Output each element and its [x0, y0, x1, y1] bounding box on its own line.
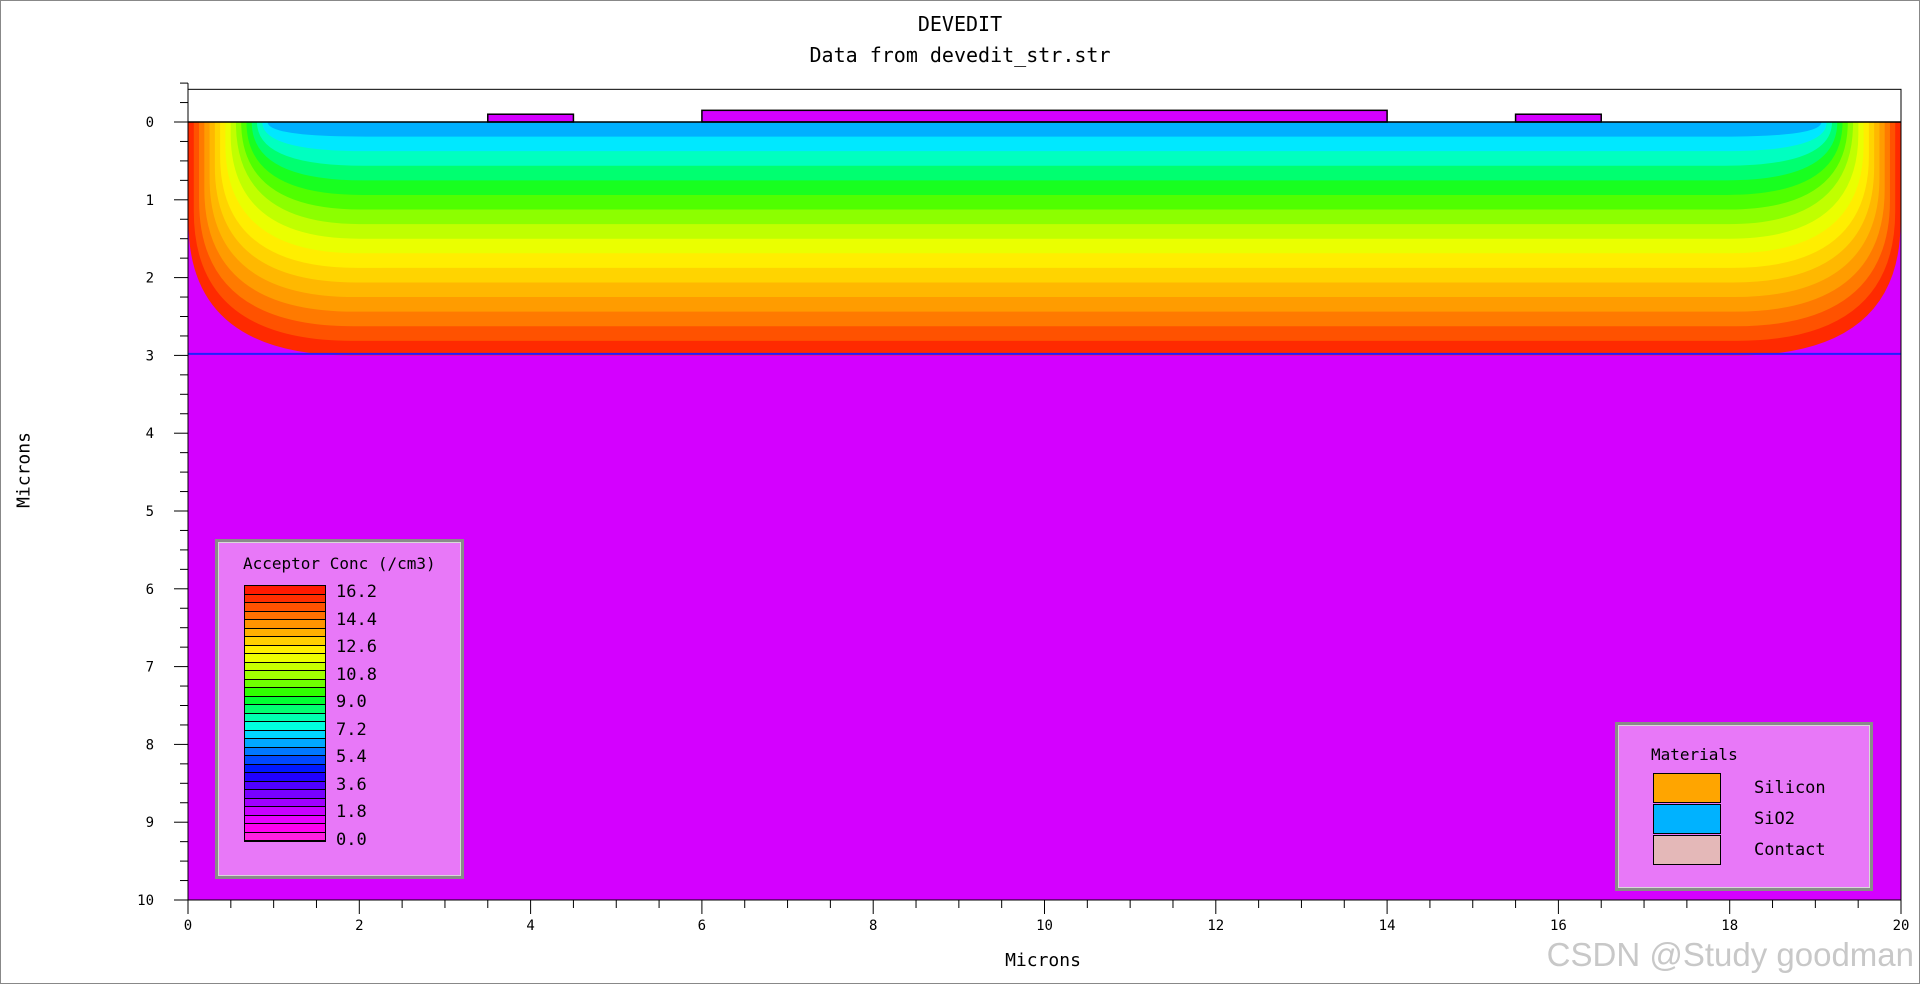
colorbar-swatch [245, 696, 325, 705]
x-tick-label: 16 [1550, 918, 1567, 934]
colorbar-swatch [245, 688, 325, 697]
material-label: Contact [1754, 840, 1826, 860]
material-swatch [1653, 835, 1721, 865]
y-tick-label: 8 [146, 737, 154, 753]
material-row-contact: Contact [1653, 835, 1848, 865]
colorbar-title: Acceptor Conc (/cm3) [243, 554, 436, 573]
y-tick-label: 10 [137, 893, 154, 909]
colorbar-label: 0.0 [336, 829, 367, 850]
colorbar-swatch [245, 798, 325, 807]
y-tick-label: 2 [146, 271, 154, 287]
y-tick-label: 0 [146, 115, 154, 131]
colorbar-swatch [245, 756, 325, 765]
material-row-sio2: SiO2 [1653, 804, 1848, 834]
x-tick-label: 18 [1721, 918, 1738, 934]
colorbar-label: 10.8 [336, 664, 377, 685]
colorbar-label: 9.0 [336, 692, 367, 712]
y-tick-label: 7 [146, 660, 154, 676]
material-label: Silicon [1754, 778, 1826, 798]
colorbar-swatch [245, 713, 325, 722]
colorbar-swatch [245, 679, 325, 688]
x-tick-label: 12 [1207, 918, 1224, 934]
acceptor-colorbar-legend: Acceptor Conc (/cm3) 16.2 14.4 12.6 10.8 9.0… [215, 539, 464, 879]
colorbar-swatch [245, 722, 325, 731]
x-tick-label: 10 [1036, 918, 1053, 934]
y-tick-label: 6 [146, 582, 154, 598]
y-axis-label: Microns [13, 432, 35, 508]
material-swatch [1653, 773, 1721, 803]
colorbar-swatch [245, 620, 325, 629]
material-label: SiO2 [1754, 809, 1795, 829]
y-tick-label: 1 [146, 193, 154, 209]
colorbar-swatch [245, 637, 325, 646]
y-tick-label: 4 [146, 426, 154, 442]
y-tick-label: 3 [146, 348, 154, 364]
colorbar-label: 5.4 [336, 747, 367, 767]
colorbar-swatch [245, 586, 325, 595]
colorbar-label: 12.6 [336, 637, 377, 657]
colorbar-swatch [245, 764, 325, 773]
material-swatch [1653, 804, 1721, 834]
colorbar-swatch [245, 594, 325, 603]
colorbar-swatch [245, 773, 325, 782]
material-row-silicon: Silicon [1653, 773, 1848, 803]
oxide-pad [1514, 113, 1602, 123]
oxide-pad [701, 109, 1388, 123]
colorbar-label: 1.8 [336, 802, 367, 822]
colorbar-swatch [245, 603, 325, 612]
x-tick-label: 6 [698, 918, 706, 934]
colorbar-swatch [245, 824, 325, 833]
colorbar-swatch [245, 790, 325, 799]
colorbar-swatch [245, 815, 325, 824]
colorbar-swatch [245, 832, 325, 841]
colorbar-swatch [245, 645, 325, 654]
x-tick-label: 4 [526, 918, 534, 934]
materials-title: Materials [1651, 745, 1738, 764]
x-tick-label: 14 [1379, 918, 1396, 934]
colorbar-swatch [245, 654, 325, 663]
watermark-text: CSDN @Study goodman [1546, 936, 1914, 973]
colorbar-swatch [245, 730, 325, 739]
colorbar-swatch [245, 807, 325, 816]
colorbar-swatch [245, 671, 325, 680]
x-tick-label: 2 [355, 918, 363, 934]
doped-well [188, 122, 1901, 356]
colorbar-swatches [244, 585, 326, 842]
y-tick-label: 5 [146, 504, 154, 520]
y-tick-label: 9 [146, 815, 154, 831]
colorbar-swatch [245, 739, 325, 748]
colorbar-swatch [245, 705, 325, 714]
x-tick-label: 8 [869, 918, 877, 934]
colorbar-label: 7.2 [336, 719, 367, 740]
well-contour-band [267, 122, 1822, 137]
colorbar-label: 14.4 [336, 609, 377, 630]
colorbar-label: 16.2 [336, 582, 377, 602]
colorbar-swatch [245, 781, 325, 790]
x-tick-label: 0 [184, 918, 192, 934]
colorbar-swatch [245, 662, 325, 671]
materials-legend: Materials Silicon SiO2 Contact [1615, 722, 1873, 891]
x-tick-label: 20 [1893, 918, 1910, 934]
colorbar-swatch [245, 611, 325, 620]
colorbar-label: 3.6 [336, 774, 367, 795]
oxide-pad [487, 113, 575, 123]
colorbar-swatch [245, 628, 325, 637]
colorbar-swatch [245, 747, 325, 756]
